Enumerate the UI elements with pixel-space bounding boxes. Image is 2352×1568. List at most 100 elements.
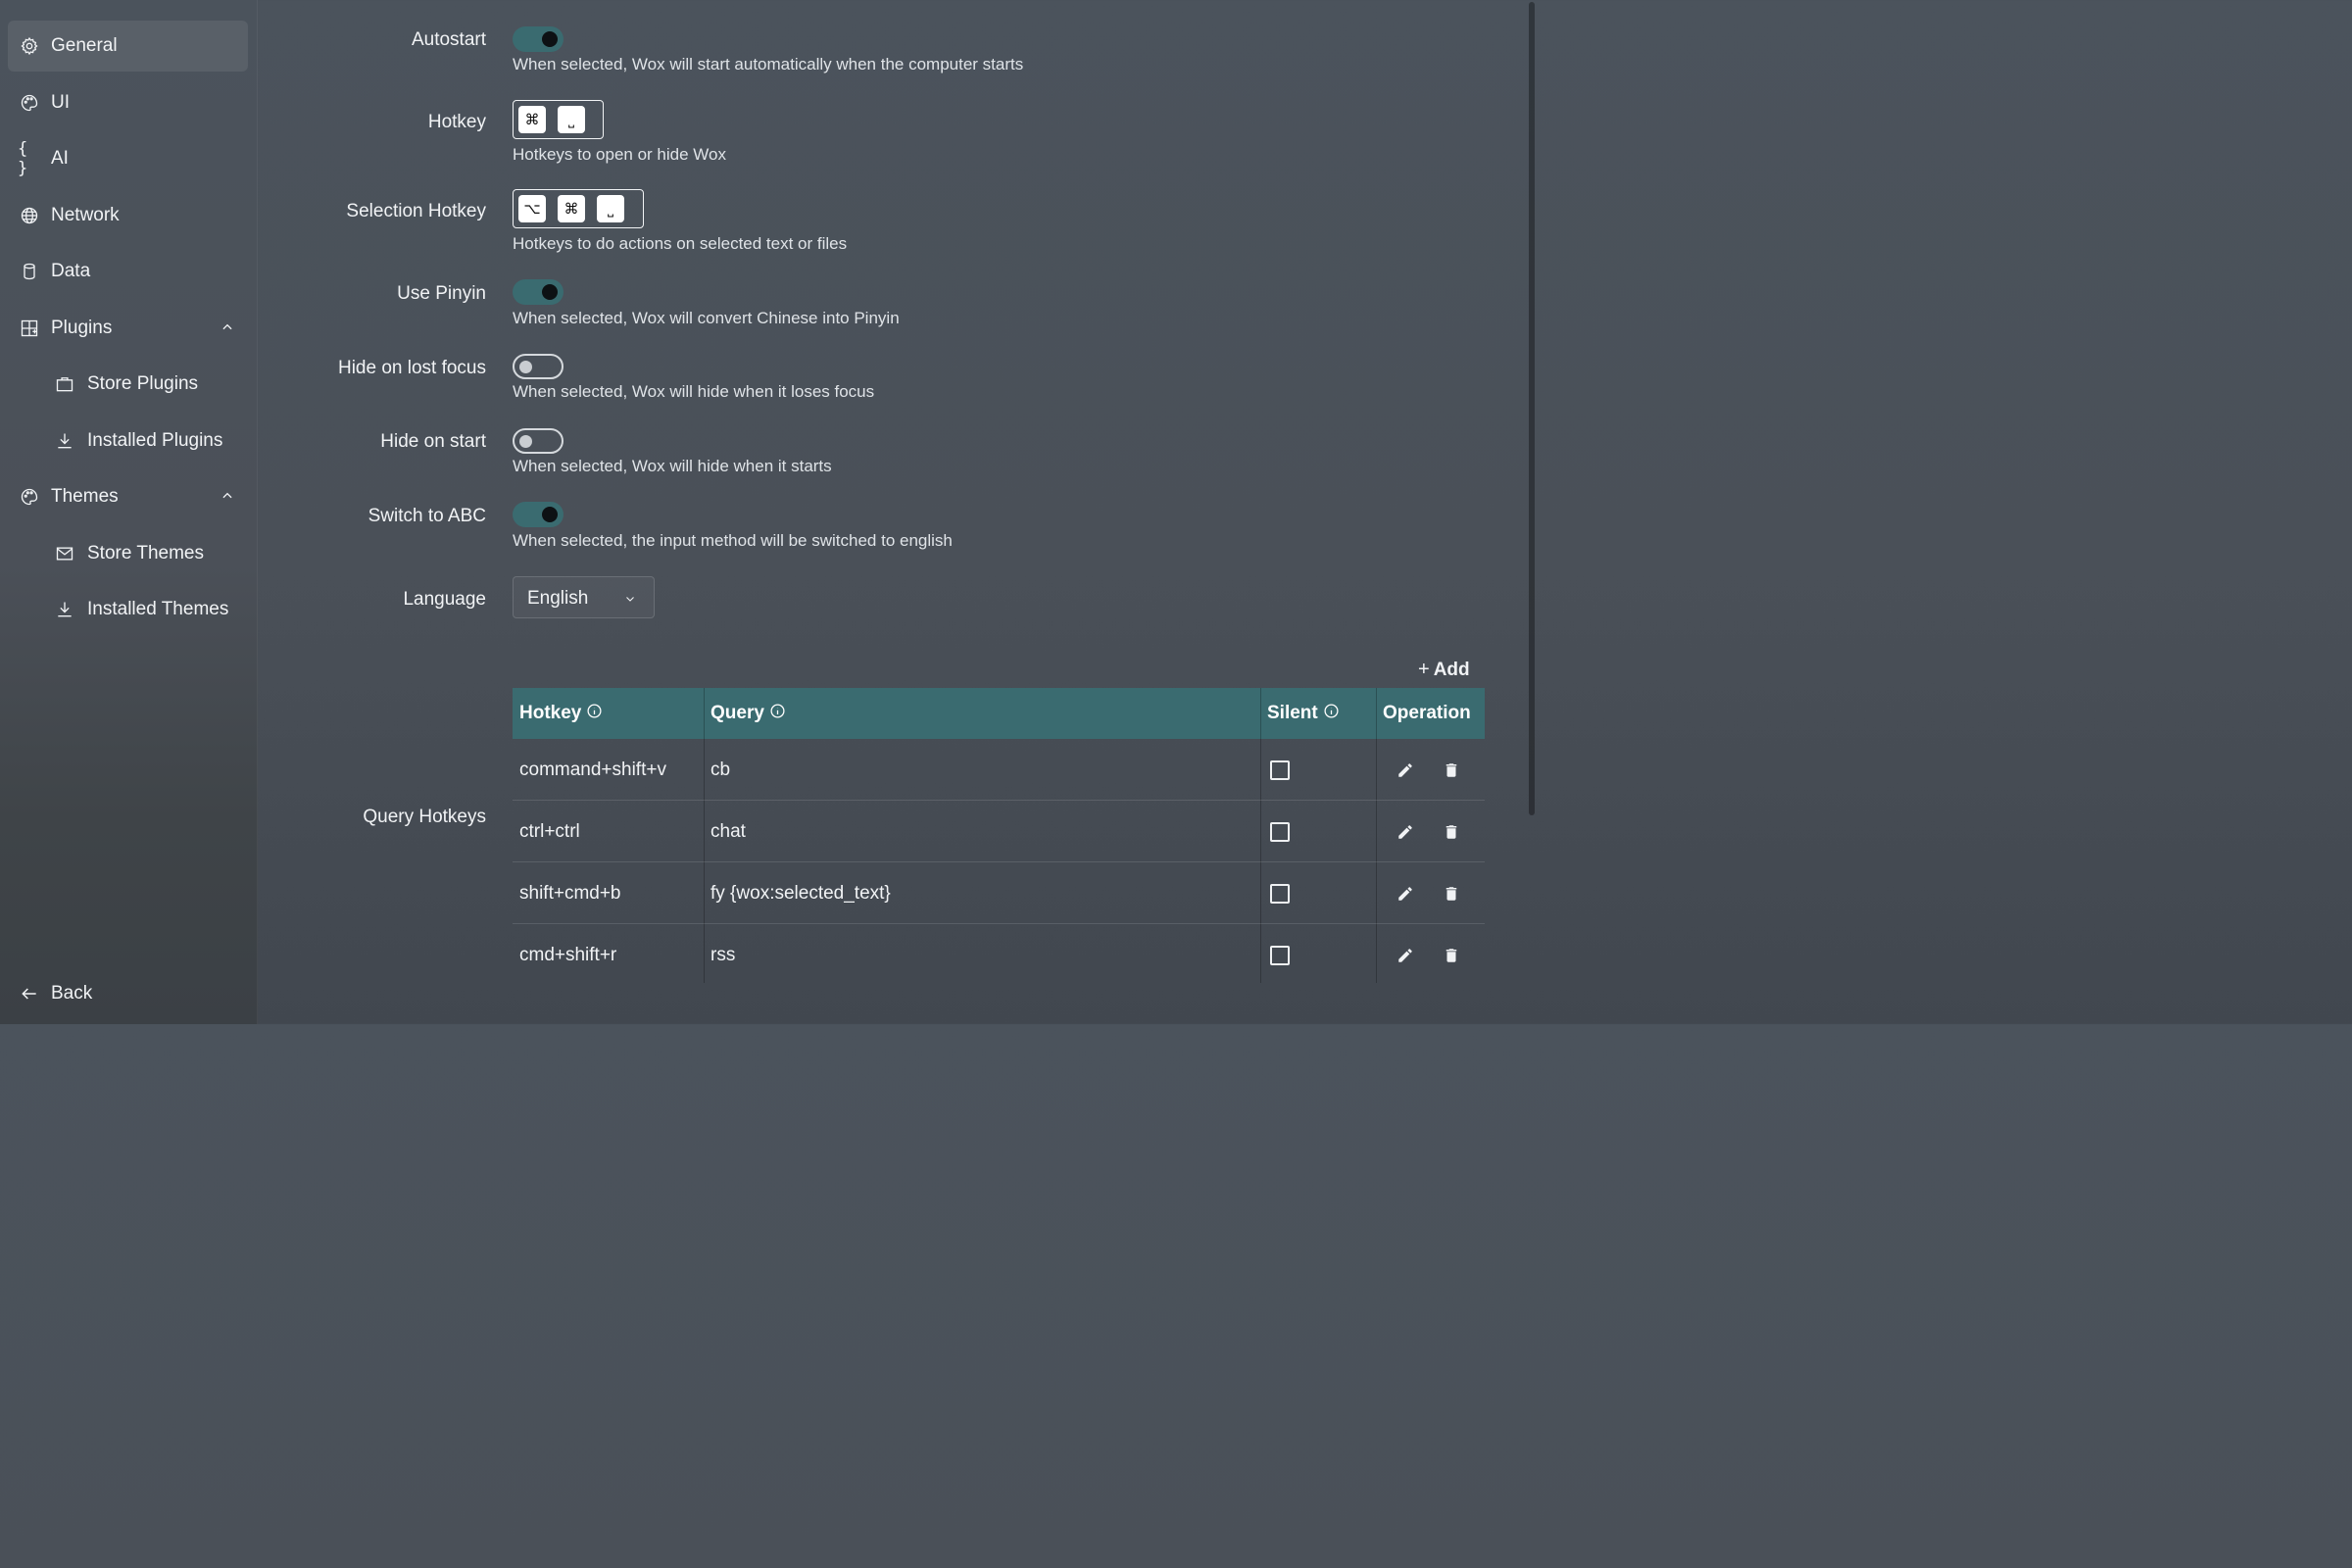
hide-on-start-description: When selected, Wox will hide when it sta… <box>513 457 832 475</box>
table-row: command+shift+v cb <box>513 740 1485 801</box>
sidebar-item-label: UI <box>51 92 70 113</box>
sidebar-item-ui[interactable]: UI <box>8 77 248 128</box>
sidebar-item-label: Data <box>51 261 91 281</box>
selection-hotkey-label: Selection Hotkey <box>346 201 486 221</box>
add-label: Add <box>1433 659 1470 680</box>
chevron-up-icon[interactable] <box>220 318 234 340</box>
sidebar-item-installed-themes[interactable]: Installed Themes <box>8 584 248 635</box>
column-header-silent: Silent <box>1260 688 1376 739</box>
query-cell[interactable]: fy {wox:selected_text} <box>704 863 891 924</box>
query-cell[interactable]: cb <box>704 740 730 801</box>
switch-to-abc-toggle[interactable] <box>513 502 564 527</box>
column-header-label: Silent <box>1267 703 1318 723</box>
column-header-hotkey: Hotkey <box>513 688 704 739</box>
chevron-up-icon[interactable] <box>220 487 234 509</box>
hide-on-start-label: Hide on start <box>380 431 486 452</box>
hide-on-lost-focus-toggle[interactable] <box>513 354 564 379</box>
edit-icon[interactable] <box>1396 885 1414 903</box>
silent-checkbox[interactable] <box>1270 884 1290 904</box>
column-header-label: Hotkey <box>519 703 582 723</box>
sidebar-item-label: Themes <box>51 486 119 507</box>
settings-window: General UI { } AI Network Data Plugins S… <box>0 0 1537 1024</box>
query-hotkeys-label: Query Hotkeys <box>363 807 486 827</box>
use-pinyin-label: Use Pinyin <box>397 283 486 304</box>
delete-icon[interactable] <box>1443 885 1460 903</box>
command-key: ⌘ <box>518 106 546 133</box>
delete-icon[interactable] <box>1443 761 1460 779</box>
delete-icon[interactable] <box>1443 823 1460 841</box>
sidebar-item-store-themes[interactable]: Store Themes <box>8 528 248 579</box>
column-header-label: Query <box>710 703 764 723</box>
hide-on-start-toggle[interactable] <box>513 428 564 454</box>
space-key: ⎵ <box>597 195 624 222</box>
language-value: English <box>527 588 589 609</box>
hotkey-label: Hotkey <box>427 112 486 132</box>
download-icon <box>53 598 76 621</box>
envelope-icon <box>53 542 76 565</box>
query-cell[interactable]: rss <box>704 925 735 986</box>
sidebar-item-network[interactable]: Network <box>8 190 248 241</box>
edit-icon[interactable] <box>1396 947 1414 964</box>
edit-icon[interactable] <box>1396 761 1414 779</box>
globe-icon <box>18 204 41 227</box>
hotkey-cell[interactable]: ctrl+ctrl <box>513 802 580 862</box>
sidebar-item-ai[interactable]: { } AI <box>8 133 248 184</box>
sidebar-item-label: Plugins <box>51 318 113 338</box>
shopping-bag-icon <box>53 372 76 396</box>
sidebar-item-label: Store Plugins <box>87 373 199 394</box>
delete-icon[interactable] <box>1443 947 1460 964</box>
switch-to-abc-label: Switch to ABC <box>368 506 486 526</box>
edit-icon[interactable] <box>1396 823 1414 841</box>
silent-checkbox[interactable] <box>1270 760 1290 780</box>
hotkey-cell[interactable]: shift+cmd+b <box>513 863 621 924</box>
use-pinyin-description: When selected, Wox will convert Chinese … <box>513 309 900 327</box>
command-key: ⌘ <box>558 195 585 222</box>
database-icon <box>18 260 41 283</box>
table-row: ctrl+ctrl chat <box>513 802 1485 862</box>
add-query-hotkey-button[interactable]: + Add <box>1418 659 1470 681</box>
info-icon[interactable] <box>586 703 603 725</box>
info-icon[interactable] <box>769 703 786 725</box>
language-select[interactable]: English <box>513 576 655 618</box>
sidebar-item-store-plugins[interactable]: Store Plugins <box>8 359 248 410</box>
table-row: shift+cmd+b fy {wox:selected_text} <box>513 863 1485 924</box>
sidebar-item-plugins[interactable]: Plugins <box>8 303 248 354</box>
scrollbar[interactable] <box>1529 2 1535 815</box>
sidebar-item-installed-plugins[interactable]: Installed Plugins <box>8 416 248 466</box>
hide-on-lost-focus-description: When selected, Wox will hide when it los… <box>513 382 875 401</box>
silent-checkbox[interactable] <box>1270 946 1290 965</box>
column-header-label: Operation <box>1383 703 1471 723</box>
language-label: Language <box>403 589 486 610</box>
hotkey-recorder[interactable]: ⌘ ⎵ <box>513 100 604 139</box>
sidebar-item-label: Installed Themes <box>87 599 229 619</box>
autostart-description: When selected, Wox will start automatica… <box>513 55 1024 74</box>
hotkey-cell[interactable]: command+shift+v <box>513 740 666 801</box>
back-label: Back <box>51 983 93 1004</box>
use-pinyin-toggle[interactable] <box>513 279 564 305</box>
switch-to-abc-description: When selected, the input method will be … <box>513 531 953 550</box>
sidebar-item-themes[interactable]: Themes <box>8 471 248 522</box>
info-icon[interactable] <box>1323 703 1340 725</box>
autostart-label: Autostart <box>411 29 486 50</box>
sidebar-item-data[interactable]: Data <box>8 246 248 297</box>
table-header: Hotkey Query Silent Operation <box>513 688 1485 739</box>
column-header-query: Query <box>704 688 1260 739</box>
query-cell[interactable]: chat <box>704 802 746 862</box>
palette-icon <box>18 91 41 115</box>
chevron-down-icon <box>624 592 636 610</box>
column-header-operation: Operation <box>1376 688 1485 739</box>
back-button[interactable]: Back <box>8 968 248 1019</box>
download-icon <box>53 429 76 453</box>
sidebar: General UI { } AI Network Data Plugins S… <box>0 0 258 1024</box>
selection-hotkey-recorder[interactable]: ⌥ ⌘ ⎵ <box>513 189 644 228</box>
sidebar-item-label: General <box>51 35 118 56</box>
sidebar-item-label: Installed Plugins <box>87 430 223 451</box>
arrow-left-icon <box>18 982 41 1005</box>
plus-icon: + <box>1418 659 1430 680</box>
sidebar-item-general[interactable]: General <box>8 21 248 72</box>
hotkey-cell[interactable]: cmd+shift+r <box>513 925 616 986</box>
silent-checkbox[interactable] <box>1270 822 1290 842</box>
autostart-toggle[interactable] <box>513 26 564 52</box>
space-key: ⎵ <box>558 106 585 133</box>
hotkey-description: Hotkeys to open or hide Wox <box>513 145 726 164</box>
